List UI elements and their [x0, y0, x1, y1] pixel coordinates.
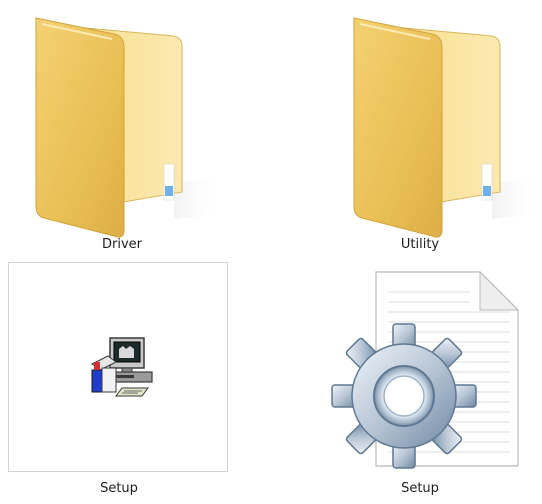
file-label: Driver	[101, 237, 142, 252]
file-label: Setup	[100, 481, 138, 496]
folder-icon	[24, 14, 224, 244]
file-item-driver[interactable]: Driver	[12, 6, 232, 256]
file-label: Setup	[401, 481, 439, 496]
folder-icon	[342, 14, 542, 244]
installer-exe-icon	[86, 334, 158, 406]
file-item-setup-ini[interactable]: Setup	[330, 262, 542, 500]
file-item-utility[interactable]: Utility	[330, 6, 542, 256]
file-item-setup-exe[interactable]: Setup	[8, 262, 230, 500]
file-label: Utility	[400, 237, 440, 252]
settings-file-gear-icon	[330, 270, 530, 478]
